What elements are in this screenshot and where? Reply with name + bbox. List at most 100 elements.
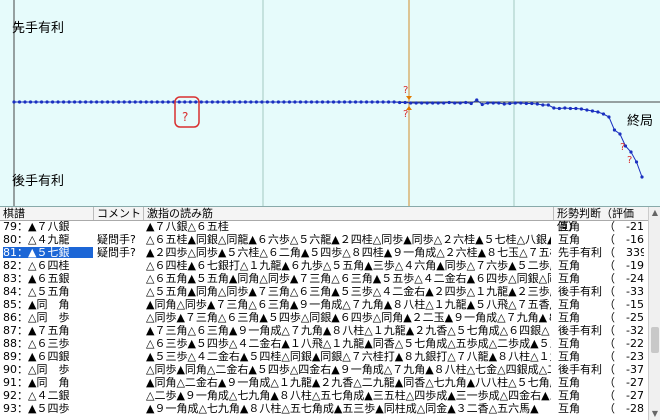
evaluation-point <box>590 109 595 113</box>
table-row[interactable]: 89：▲６四銀 ▲５三歩△４二金右▲５四桂△同銀▲同銀△７六桂打▲８九銀打△７八龍… <box>0 351 648 362</box>
evaluation-graph-svg[interactable]: ????? <box>0 0 660 206</box>
evaluation-point <box>370 100 374 104</box>
evaluation-point <box>89 100 93 104</box>
table-row[interactable]: 93：▲５四歩 ▲９一角成△七九角▲８八柱△五七角成▲五三歩▲同柱成△同金▲３二香… <box>0 403 648 414</box>
evaluation-point <box>155 100 159 104</box>
evaluation-point <box>552 106 556 110</box>
evaluation-point <box>61 100 66 104</box>
table-row[interactable]: 80：△４九龍 疑問手? △６五桂▲同銀△同龍▲６六歩△５六龍▲２四桂△同歩▲同歩△… <box>0 234 648 245</box>
pv-cell: △二歩▲９一角成△七九角▲８八柱△五七角成▲三五柱△四歩成▲三一歩成△四金右▲三… <box>146 390 551 401</box>
evaluation-point <box>640 175 644 179</box>
table-row[interactable]: 81：▲５七銀 疑問手? ▲２四歩△同歩▲５六桂△６二角▲５四歩△８四桂▲９一角成△… <box>0 247 648 258</box>
evaluation-point <box>398 100 402 105</box>
evaluation-point <box>541 103 545 107</box>
judge-cell: 互角 <box>558 390 580 401</box>
evaluation-point <box>139 100 143 104</box>
evaluation-point <box>293 100 297 104</box>
pv-cell: ▲同角△同歩▲７三角△６三角▲９一角成△７九角▲８八柱△１九龍▲５八飛△７五香▲… <box>146 299 551 310</box>
evaluation-point <box>282 100 286 104</box>
evaluation-point <box>403 100 407 105</box>
table-row[interactable]: 87：▲７五角 ▲７三角△６三角▲９一角成△７九角▲８八柱△１九龍▲２九香△５七角… <box>0 325 648 336</box>
evaluation-point <box>326 100 330 104</box>
judge-cell: 互角 <box>558 351 580 362</box>
evaluation-point <box>128 100 132 104</box>
evaluation-point <box>353 100 358 104</box>
evaluation-point <box>271 100 275 104</box>
value-cell: （ -227） <box>604 338 644 349</box>
evaluation-point <box>177 100 181 104</box>
scroll-down-icon[interactable]: ▼ <box>650 409 660 419</box>
scroll-thumb[interactable] <box>651 327 659 353</box>
evaluation-point <box>315 100 319 104</box>
table-row[interactable]: 91：▲同 角 ▲同角△二金右▲９一角成△１九龍▲２九香△二九龍▲同香△七九角▲八… <box>0 377 648 388</box>
evaluation-point <box>227 100 231 104</box>
table-scrollbar[interactable]: ▲ ▼ <box>648 207 660 420</box>
evaluation-point <box>23 100 27 104</box>
evaluation-point <box>629 150 633 154</box>
evaluation-point <box>100 100 104 104</box>
comment-cell: 疑問手? <box>97 234 136 245</box>
judge-cell: 後手有利 <box>558 325 602 336</box>
judge-cell: 後手有利 <box>558 364 602 375</box>
evaluation-point <box>381 100 385 104</box>
value-cell: （ -216） <box>604 221 644 232</box>
evaluation-point <box>17 100 22 104</box>
evaluation-point <box>34 100 38 104</box>
table-row[interactable]: 85：▲同 角 ▲同角△同歩▲７三角△６三角▲９一角成△７九角▲８八柱△１九龍▲５… <box>0 299 648 310</box>
evaluation-point <box>568 106 572 111</box>
evaluation-point <box>331 100 336 104</box>
small-question-mark: ? <box>403 109 408 120</box>
pv-cell: ▲２四歩△同歩▲５六桂△６二角▲５四歩△８四桂▲９一角成△２六桂▲８七玉△７五桂… <box>146 247 551 258</box>
header-move[interactable]: 棋譜 <box>0 207 94 220</box>
pv-cell: △６五角▲５五角▲同角△同歩▲７三角△６三角▲５五歩△４二金右▲６四歩△同銀△同… <box>146 273 551 284</box>
move-cell: 79：▲７八銀 <box>3 221 70 232</box>
evaluation-point <box>524 101 528 106</box>
evaluation-point <box>480 102 484 107</box>
evaluation-point <box>287 100 292 104</box>
header-comment[interactable]: コメント <box>94 207 144 220</box>
scroll-up-icon[interactable]: ▲ <box>650 208 660 218</box>
evaluation-point <box>28 100 33 104</box>
table-row[interactable]: 84：△５五角 △５五角▲同角△同歩▲７三角△６三角▲５三歩△４二金右▲２四歩△１… <box>0 286 648 297</box>
evaluation-point <box>530 101 534 106</box>
value-cell: （ -243） <box>604 273 644 284</box>
judge-cell: 後手有利 <box>558 286 602 297</box>
evaluation-point <box>304 100 308 104</box>
table-row[interactable]: 79：▲７八銀 ▲７八銀△６五桂 互角 （ -216） <box>0 221 648 232</box>
table-row[interactable]: 86：△同 歩 △同歩▲７三角△６三角▲５四歩△同銀▲６四歩△同角▲２二玉▲９一角… <box>0 312 648 323</box>
table-row[interactable]: 83：▲６五銀 △６五角▲５五角▲同角△同歩▲７三角△６三角▲５五歩△４二金右▲６… <box>0 273 648 284</box>
table-row[interactable]: 90：△同 歩 △同歩▲同角△二金右▲５四歩△四金右▲９一角成△７九角▲８八柱△七… <box>0 364 648 375</box>
evaluation-point <box>216 100 220 104</box>
pv-cell: ▲７三角△６三角▲９一角成△７九角▲８八柱△１九龍▲２九香△５七角成△６四銀△２… <box>146 325 551 336</box>
cursor-arrow-down <box>406 106 412 110</box>
pv-cell: △６三歩▲５四歩△４二金右▲１八飛△１九龍▲同香△５七角成△五歩成△二歩成▲５五… <box>146 338 551 349</box>
evaluation-point <box>194 100 198 104</box>
evaluation-point <box>431 101 435 105</box>
move-cell: 83：▲６五銀 <box>3 273 70 284</box>
evaluation-point <box>596 110 600 114</box>
table-row[interactable]: 92：△４二銀 △二歩▲９一角成△七九角▲８八柱△五七角成▲三五柱△四歩成▲三一歩… <box>0 390 648 401</box>
move-cell: 84：△５五角 <box>3 286 70 297</box>
evaluation-point <box>348 100 352 104</box>
header-judge[interactable]: 形勢判断（評価値） <box>554 207 648 233</box>
value-cell: （ 339） <box>604 247 644 258</box>
evaluation-point <box>453 101 457 105</box>
table-row[interactable]: 88：△６三歩 △６三歩▲５四歩△４二金右▲１八飛△１九龍▲同香△５七角成△五歩成… <box>0 338 648 349</box>
evaluation-point <box>491 101 495 105</box>
evaluation-point <box>238 100 242 104</box>
evaluation-point <box>260 100 264 104</box>
judge-cell: 互角 <box>558 260 580 271</box>
kifu-table[interactable]: 棋譜 コメント 激指の読み筋 形勢判断（評価値） 79：▲７八銀 ▲７八銀△６五桂… <box>0 207 648 420</box>
small-question-mark: ? <box>403 85 408 96</box>
evaluation-point <box>574 106 578 111</box>
evaluation-point <box>508 101 512 106</box>
evaluation-graph[interactable]: ????? 先手有利 後手有利 終局 <box>0 0 660 207</box>
table-row[interactable]: 82：△６四桂 △６四桂▲６七銀打△１九龍▲６九歩△５五角▲三歩△４六角▲同歩△７… <box>0 260 648 271</box>
evaluation-point <box>392 100 396 104</box>
header-pv[interactable]: 激指の読み筋 <box>144 207 554 220</box>
evaluation-point <box>436 101 440 105</box>
value-cell: （ -151） <box>604 299 644 310</box>
cursor-arrow-up <box>406 96 412 100</box>
evaluation-point <box>469 101 473 106</box>
evaluation-point <box>144 100 148 104</box>
